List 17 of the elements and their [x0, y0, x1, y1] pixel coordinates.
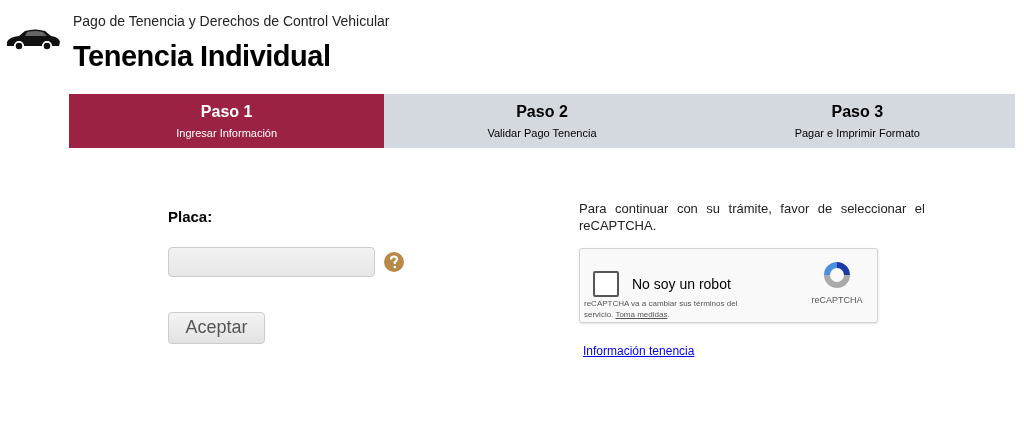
- step-tab[interactable]: Paso 2 Validar Pago Tenencia: [384, 94, 700, 148]
- captcha-checkbox[interactable]: [593, 271, 619, 297]
- terms-notice: reCAPTCHA va a cambiar sus términos del servicio. Toma medidas.: [584, 298, 739, 320]
- car-icon: [5, 28, 61, 52]
- plate-input[interactable]: [168, 246, 375, 277]
- step-tab[interactable]: Paso 3 Pagar e Imprimir Formato: [699, 94, 1015, 148]
- instruction-text: Para continuar con su trámite, favor de seleccionar el reCAPTCHA.: [579, 200, 925, 234]
- info-link[interactable]: Información tenencia: [583, 342, 695, 360]
- recaptcha-brand: reCAPTCHA: [811, 294, 863, 307]
- accept-button[interactable]: Aceptar: [168, 311, 265, 344]
- page-title: Tenencia Individual: [73, 39, 332, 74]
- recaptcha-logo-icon: [821, 259, 853, 291]
- page-subtitle: Pago de Tenencia y Derechos de Control Vehicular: [73, 12, 390, 30]
- step-tab[interactable]: Paso 1 Ingresar Información: [69, 94, 385, 148]
- checkbox-label: No soy un robot: [632, 274, 731, 294]
- field-label: Placa:: [168, 207, 214, 227]
- help-icon[interactable]: [384, 251, 404, 272]
